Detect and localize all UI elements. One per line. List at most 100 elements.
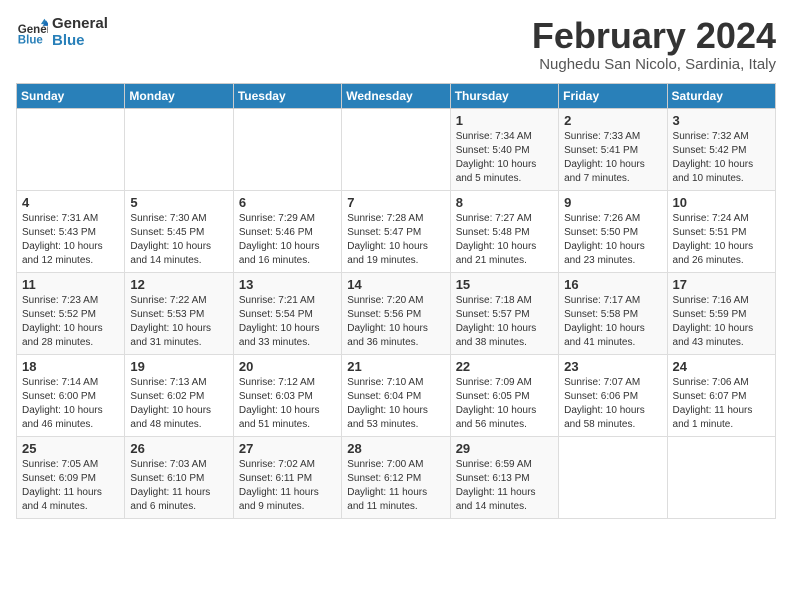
day-number: 17	[673, 277, 770, 292]
svg-text:Blue: Blue	[18, 34, 44, 46]
day-number: 9	[564, 195, 661, 210]
day-number: 25	[22, 441, 119, 456]
calendar-cell: 27 Sunrise: 7:02 AM Sunset: 6:11 PM Dayli…	[233, 436, 341, 518]
day-info: Sunrise: 7:12 AM Sunset: 6:03 PM Dayligh…	[239, 376, 336, 432]
day-info: Sunrise: 7:00 AM Sunset: 6:12 PM Dayligh…	[347, 458, 444, 514]
calendar-cell: 12Sunrise: 7:22 AM Sunset: 5:53 PM Dayli…	[125, 272, 233, 354]
day-info: Sunrise: 7:06 AM Sunset: 6:07 PM Dayligh…	[673, 376, 770, 432]
header-cell-saturday: Saturday	[667, 83, 775, 108]
day-number: 3	[673, 113, 770, 128]
header-cell-friday: Friday	[559, 83, 667, 108]
location-subtitle: Nughedu San Nicolo, Sardinia, Italy	[532, 56, 776, 73]
day-number: 12	[130, 277, 227, 292]
day-info: Sunrise: 7:14 AM Sunset: 6:00 PM Dayligh…	[22, 376, 119, 432]
day-info: Sunrise: 7:28 AM Sunset: 5:47 PM Dayligh…	[347, 212, 444, 268]
calendar-cell: 29Sunrise: 6:59 AM Sunset: 6:13 PM Dayli…	[450, 436, 558, 518]
title-block: February 2024 Nughedu San Nicolo, Sardin…	[532, 16, 776, 73]
calendar-cell: 5Sunrise: 7:30 AM Sunset: 5:45 PM Daylig…	[125, 190, 233, 272]
day-info: Sunrise: 7:05 AM Sunset: 6:09 PM Dayligh…	[22, 458, 119, 514]
calendar-cell: 14 Sunrise: 7:20 AM Sunset: 5:56 PM Dayli…	[342, 272, 450, 354]
calendar-cell: 19 Sunrise: 7:13 AM Sunset: 6:02 PM Dayli…	[125, 354, 233, 436]
day-number: 21	[347, 359, 444, 374]
calendar-cell	[233, 108, 341, 190]
calendar-cell	[342, 108, 450, 190]
day-number: 18	[22, 359, 119, 374]
day-number: 2	[564, 113, 661, 128]
calendar-cell: 20Sunrise: 7:12 AM Sunset: 6:03 PM Dayli…	[233, 354, 341, 436]
calendar-cell	[125, 108, 233, 190]
calendar-cell: 6 Sunrise: 7:29 AM Sunset: 5:46 PM Daylig…	[233, 190, 341, 272]
day-number: 26	[130, 441, 227, 456]
calendar-cell: 8Sunrise: 7:27 AM Sunset: 5:48 PM Daylig…	[450, 190, 558, 272]
header-cell-monday: Monday	[125, 83, 233, 108]
calendar-cell: 24 Sunrise: 7:06 AM Sunset: 6:07 PM Dayli…	[667, 354, 775, 436]
calendar-cell: 26 Sunrise: 7:03 AM Sunset: 6:10 PM Dayli…	[125, 436, 233, 518]
calendar-cell: 25 Sunrise: 7:05 AM Sunset: 6:09 PM Dayli…	[17, 436, 125, 518]
day-number: 15	[456, 277, 553, 292]
calendar-cell: 11Sunrise: 7:23 AM Sunset: 5:52 PM Dayli…	[17, 272, 125, 354]
day-info: Sunrise: 7:07 AM Sunset: 6:06 PM Dayligh…	[564, 376, 661, 432]
page-header: General Blue General Blue February 2024 …	[16, 16, 776, 73]
day-number: 27	[239, 441, 336, 456]
day-info: Sunrise: 7:34 AM Sunset: 5:40 PM Dayligh…	[456, 130, 553, 186]
day-info: Sunrise: 7:26 AM Sunset: 5:50 PM Dayligh…	[564, 212, 661, 268]
day-number: 19	[130, 359, 227, 374]
calendar-cell: 13 Sunrise: 7:21 AM Sunset: 5:54 PM Dayli…	[233, 272, 341, 354]
calendar-cell: 9 Sunrise: 7:26 AM Sunset: 5:50 PM Daylig…	[559, 190, 667, 272]
month-title: February 2024	[532, 16, 776, 56]
day-info: Sunrise: 7:29 AM Sunset: 5:46 PM Dayligh…	[239, 212, 336, 268]
logo-icon: General Blue	[16, 17, 48, 49]
day-number: 8	[456, 195, 553, 210]
calendar-cell	[559, 436, 667, 518]
calendar-cell: 10Sunrise: 7:24 AM Sunset: 5:51 PM Dayli…	[667, 190, 775, 272]
calendar-cell: 16Sunrise: 7:17 AM Sunset: 5:58 PM Dayli…	[559, 272, 667, 354]
calendar-cell: 21 Sunrise: 7:10 AM Sunset: 6:04 PM Dayli…	[342, 354, 450, 436]
calendar-cell: 1Sunrise: 7:34 AM Sunset: 5:40 PM Daylig…	[450, 108, 558, 190]
day-number: 7	[347, 195, 444, 210]
day-info: Sunrise: 7:33 AM Sunset: 5:41 PM Dayligh…	[564, 130, 661, 186]
calendar-week-5: 25 Sunrise: 7:05 AM Sunset: 6:09 PM Dayli…	[17, 436, 776, 518]
day-info: Sunrise: 7:03 AM Sunset: 6:10 PM Dayligh…	[130, 458, 227, 514]
day-info: Sunrise: 7:10 AM Sunset: 6:04 PM Dayligh…	[347, 376, 444, 432]
logo: General Blue General Blue	[16, 16, 108, 49]
header-cell-thursday: Thursday	[450, 83, 558, 108]
header-row: SundayMondayTuesdayWednesdayThursdayFrid…	[17, 83, 776, 108]
calendar-table: SundayMondayTuesdayWednesdayThursdayFrid…	[16, 83, 776, 519]
day-number: 13	[239, 277, 336, 292]
day-info: Sunrise: 7:09 AM Sunset: 6:05 PM Dayligh…	[456, 376, 553, 432]
day-info: Sunrise: 7:20 AM Sunset: 5:56 PM Dayligh…	[347, 294, 444, 350]
calendar-week-2: 4 Sunrise: 7:31 AM Sunset: 5:43 PM Daylig…	[17, 190, 776, 272]
day-info: Sunrise: 6:59 AM Sunset: 6:13 PM Dayligh…	[456, 458, 553, 514]
calendar-week-3: 11Sunrise: 7:23 AM Sunset: 5:52 PM Dayli…	[17, 272, 776, 354]
day-info: Sunrise: 7:02 AM Sunset: 6:11 PM Dayligh…	[239, 458, 336, 514]
calendar-cell: 18 Sunrise: 7:14 AM Sunset: 6:00 PM Dayli…	[17, 354, 125, 436]
day-number: 4	[22, 195, 119, 210]
day-info: Sunrise: 7:24 AM Sunset: 5:51 PM Dayligh…	[673, 212, 770, 268]
day-number: 16	[564, 277, 661, 292]
logo-line2: Blue	[52, 33, 108, 50]
header-cell-sunday: Sunday	[17, 83, 125, 108]
day-number: 22	[456, 359, 553, 374]
calendar-week-4: 18 Sunrise: 7:14 AM Sunset: 6:00 PM Dayli…	[17, 354, 776, 436]
calendar-cell: 2 Sunrise: 7:33 AM Sunset: 5:41 PM Daylig…	[559, 108, 667, 190]
day-number: 28	[347, 441, 444, 456]
day-info: Sunrise: 7:18 AM Sunset: 5:57 PM Dayligh…	[456, 294, 553, 350]
calendar-header: SundayMondayTuesdayWednesdayThursdayFrid…	[17, 83, 776, 108]
day-number: 6	[239, 195, 336, 210]
day-info: Sunrise: 7:31 AM Sunset: 5:43 PM Dayligh…	[22, 212, 119, 268]
calendar-cell: 28 Sunrise: 7:00 AM Sunset: 6:12 PM Dayli…	[342, 436, 450, 518]
calendar-cell: 23Sunrise: 7:07 AM Sunset: 6:06 PM Dayli…	[559, 354, 667, 436]
day-info: Sunrise: 7:30 AM Sunset: 5:45 PM Dayligh…	[130, 212, 227, 268]
day-info: Sunrise: 7:13 AM Sunset: 6:02 PM Dayligh…	[130, 376, 227, 432]
day-number: 24	[673, 359, 770, 374]
calendar-week-1: 1Sunrise: 7:34 AM Sunset: 5:40 PM Daylig…	[17, 108, 776, 190]
calendar-cell	[17, 108, 125, 190]
day-number: 14	[347, 277, 444, 292]
calendar-cell: 7 Sunrise: 7:28 AM Sunset: 5:47 PM Daylig…	[342, 190, 450, 272]
calendar-cell: 22 Sunrise: 7:09 AM Sunset: 6:05 PM Dayli…	[450, 354, 558, 436]
day-info: Sunrise: 7:21 AM Sunset: 5:54 PM Dayligh…	[239, 294, 336, 350]
day-info: Sunrise: 7:16 AM Sunset: 5:59 PM Dayligh…	[673, 294, 770, 350]
day-info: Sunrise: 7:23 AM Sunset: 5:52 PM Dayligh…	[22, 294, 119, 350]
calendar-cell	[667, 436, 775, 518]
calendar-cell: 17 Sunrise: 7:16 AM Sunset: 5:59 PM Dayli…	[667, 272, 775, 354]
